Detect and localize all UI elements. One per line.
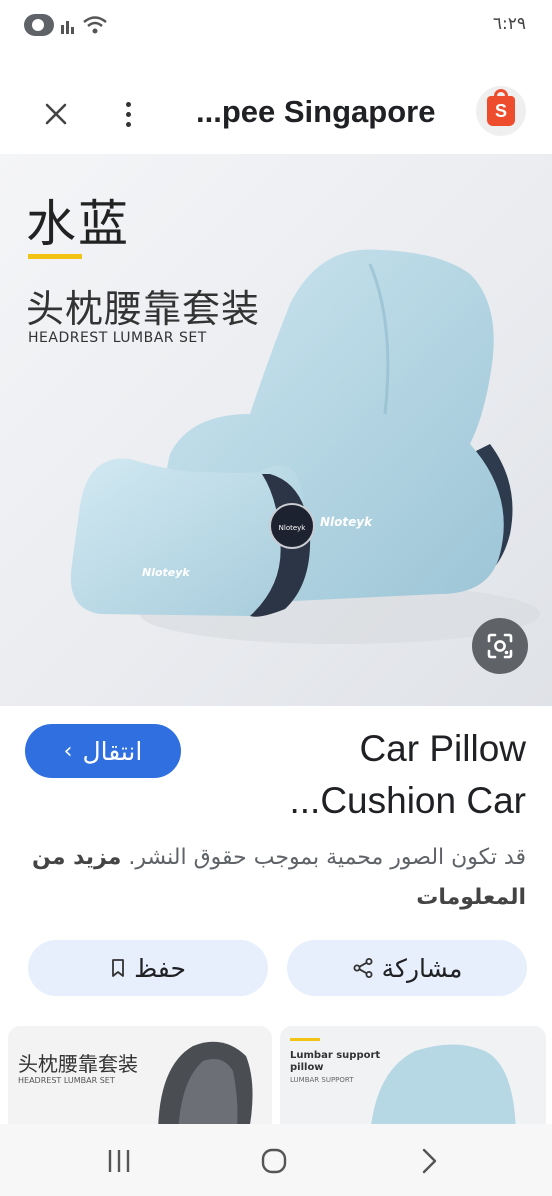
bookmark-icon xyxy=(112,959,124,977)
visit-button-label: انتقال xyxy=(82,736,143,766)
close-icon xyxy=(45,103,67,125)
viewer-header: ...pee Singapore S xyxy=(0,56,552,154)
result-title-line-2: ...Cushion Car xyxy=(289,780,527,821)
system-nav-bar xyxy=(0,1124,552,1196)
status-bar: ٦:٢٩ xyxy=(0,0,552,56)
thumb-right-en: LUMBAR SUPPORT xyxy=(290,1076,354,1084)
share-label: مشاركة xyxy=(381,953,463,983)
share-button[interactable]: مشاركة xyxy=(287,940,527,996)
recent-apps-icon[interactable] xyxy=(104,1146,134,1176)
copyright-notice: قد تكون الصور محمية بموجب حقوق النشر. مز… xyxy=(26,838,526,918)
shopee-logo-icon: S xyxy=(487,89,515,126)
more-options-button[interactable] xyxy=(110,94,146,134)
thumb-left-zh: 头枕腰靠套装 xyxy=(18,1052,138,1076)
related-image-left[interactable]: 头枕腰靠套装 HEADREST LUMBAR SET xyxy=(8,1026,272,1136)
google-lens-icon xyxy=(487,633,513,659)
wifi-icon xyxy=(83,16,107,34)
related-image-right[interactable]: Lumbar support pillow LUMBAR SUPPORT xyxy=(280,1026,546,1136)
headrest-badge-text: Nloteyk xyxy=(279,524,307,532)
save-label: حفظ xyxy=(134,953,186,983)
result-title-line-1: Car Pillow xyxy=(359,728,526,769)
thumb-left-en: HEADREST LUMBAR SET xyxy=(18,1076,115,1085)
thumb-right-line2: pillow xyxy=(290,1062,324,1073)
thumb-right-line1: Lumbar support xyxy=(290,1050,381,1061)
thumb-right-underline xyxy=(290,1038,320,1041)
more-vert-icon xyxy=(125,101,131,107)
site-logo[interactable]: S xyxy=(476,86,526,136)
lens-search-button[interactable] xyxy=(472,618,528,674)
chevron-left-icon: ‹ xyxy=(63,738,73,764)
visit-button[interactable]: ‹ انتقال xyxy=(25,724,181,778)
signal-icon xyxy=(61,21,74,34)
close-button[interactable] xyxy=(36,94,76,134)
headrest-brand-text: Nloteyk xyxy=(142,566,190,579)
cushion-illustration: Nloteyk Nloteyk Nloteyk xyxy=(70,249,540,644)
status-icons xyxy=(24,14,108,36)
home-icon[interactable] xyxy=(259,1146,289,1176)
clock: ٦:٢٩ xyxy=(492,14,526,34)
save-button[interactable]: حفظ xyxy=(28,940,268,996)
lumbar-brand-text: Nloteyk xyxy=(320,515,373,529)
source-site-title[interactable]: ...pee Singapore xyxy=(196,94,435,130)
copyright-text: قد تكون الصور محمية بموجب حقوق النشر. xyxy=(128,845,526,870)
back-icon[interactable] xyxy=(414,1146,444,1176)
product-image[interactable]: 水蓝 头枕腰靠套装 HEADREST LUMBAR SET Nloteyk Nl… xyxy=(0,154,552,706)
toggle-icon xyxy=(24,14,54,36)
share-icon xyxy=(353,958,373,978)
